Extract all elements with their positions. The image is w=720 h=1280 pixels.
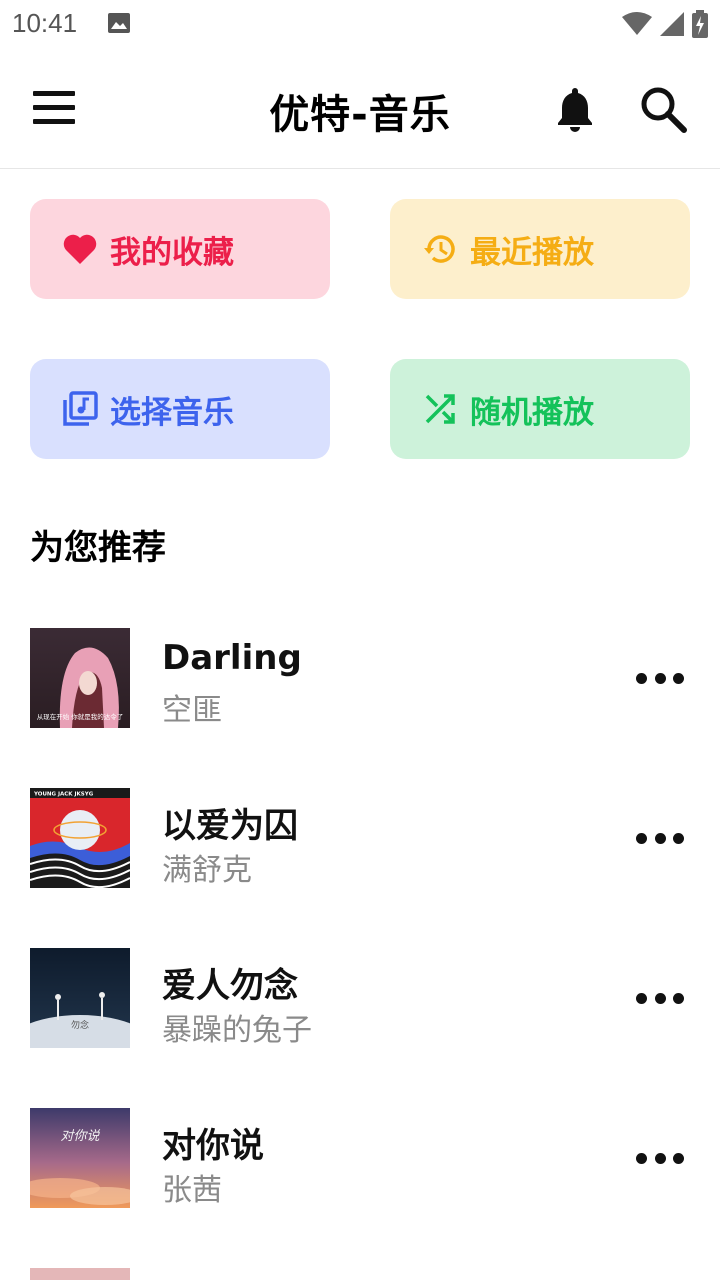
image-icon <box>108 13 130 33</box>
more-dot-icon <box>654 672 666 684</box>
more-dot-icon <box>636 832 647 844</box>
song-item-partial[interactable] <box>0 1268 720 1280</box>
song-item[interactable]: 从现在开始 你就是我的达令了 Darling 空匪 <box>0 628 720 728</box>
shuffle-icon <box>422 391 458 427</box>
more-dot-icon <box>636 672 647 684</box>
select-music-label: 选择音乐 <box>110 394 234 431</box>
song-artist: 暴躁的兔子 <box>162 1013 312 1048</box>
song-item[interactable]: 对你说 对你说 张茜 <box>0 1108 720 1208</box>
signal-icon <box>660 12 684 40</box>
music-library-icon <box>62 391 98 427</box>
cover-text: 从现在开始 你就是我的达令了 <box>37 712 124 721</box>
history-icon <box>422 231 458 267</box>
recent-play-card[interactable]: 最近播放 <box>390 199 690 299</box>
more-dot-icon <box>654 1152 666 1164</box>
status-time: 10:41 <box>12 8 78 38</box>
heart-icon <box>62 231 98 267</box>
more-dot-icon <box>654 832 666 844</box>
more-dot-icon <box>673 672 684 684</box>
more-options-button[interactable] <box>636 986 684 1010</box>
song-title: 以爱为囚 <box>162 806 298 846</box>
album-cover: 从现在开始 你就是我的达令了 <box>30 628 130 728</box>
shuffle-play-card[interactable]: 随机播放 <box>390 359 690 459</box>
cover-text: 对你说 <box>60 1129 100 1144</box>
song-artist: 空匪 <box>162 693 222 728</box>
more-options-button[interactable] <box>636 666 684 690</box>
album-cover <box>30 1268 130 1280</box>
favorites-label: 我的收藏 <box>110 234 234 271</box>
notification-button[interactable] <box>550 84 600 134</box>
recent-play-label: 最近播放 <box>470 234 594 271</box>
more-options-button[interactable] <box>636 1146 684 1170</box>
app-bar: 优特-音乐 <box>0 50 720 169</box>
bell-icon <box>558 88 592 132</box>
song-artist: 满舒克 <box>162 853 252 888</box>
status-bar: 10:41 <box>0 0 720 50</box>
search-icon <box>641 87 687 133</box>
search-button[interactable] <box>638 84 690 136</box>
section-title: 为您推荐 <box>30 528 166 568</box>
status-icons <box>622 10 708 42</box>
song-artist: 张茜 <box>162 1173 222 1208</box>
battery-charging-icon <box>692 10 708 42</box>
more-dot-icon <box>673 992 684 1004</box>
album-cover: 对你说 <box>30 1108 130 1208</box>
album-cover: 勿念 <box>30 948 130 1048</box>
cover-text: YOUNG JACK JKSYG <box>33 792 94 798</box>
song-title: 爱人勿念 <box>162 966 298 1006</box>
more-dot-icon <box>654 992 666 1004</box>
song-title: Darling <box>162 638 302 678</box>
more-dot-icon <box>636 992 647 1004</box>
song-item[interactable]: 勿念 爱人勿念 暴躁的兔子 <box>0 948 720 1048</box>
song-item[interactable]: YOUNG JACK JKSYG 以爱为囚 满舒克 <box>0 788 720 888</box>
more-dot-icon <box>636 1152 647 1164</box>
song-title: 对你说 <box>162 1126 264 1166</box>
cover-text: 勿念 <box>71 1019 89 1031</box>
select-music-card[interactable]: 选择音乐 <box>30 359 330 459</box>
album-cover: YOUNG JACK JKSYG <box>30 788 130 888</box>
shuffle-play-label: 随机播放 <box>470 394 594 431</box>
more-dot-icon <box>673 1152 684 1164</box>
more-dot-icon <box>673 832 684 844</box>
more-options-button[interactable] <box>636 826 684 850</box>
app-title: 优特-音乐 <box>269 92 451 138</box>
favorites-card[interactable]: 我的收藏 <box>30 199 330 299</box>
wifi-icon <box>622 12 652 40</box>
